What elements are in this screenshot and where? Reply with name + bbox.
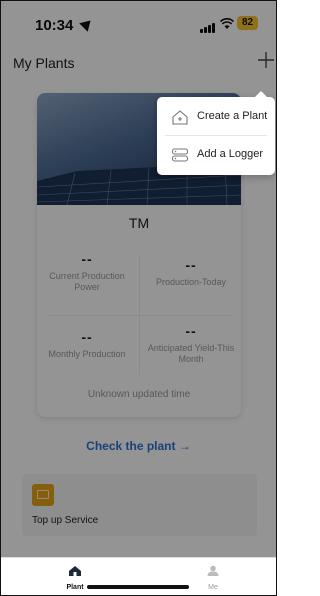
tab-label: Me [208,584,218,591]
house-plus-icon [171,108,189,126]
menu-item-label: Create a Plant [197,110,268,122]
add-menu-dropdown: Create a Plant Add a Logger [157,91,275,175]
modal-overlay[interactable] [1,1,276,557]
home-icon [69,566,81,576]
menu-item-create-plant[interactable]: Create a Plant [157,99,275,135]
person-icon [207,565,219,576]
tab-me[interactable]: Me [193,564,233,591]
menu-item-add-logger[interactable]: Add a Logger [157,137,275,173]
app-screen: 10:34 82 My Plants TM -- Current Product… [0,0,277,596]
menu-item-label: Add a Logger [197,148,264,160]
home-indicator [87,585,189,589]
logger-device-icon [171,146,189,164]
bottom-tab-bar: Plant Me [1,557,276,595]
menu-divider [165,135,267,136]
